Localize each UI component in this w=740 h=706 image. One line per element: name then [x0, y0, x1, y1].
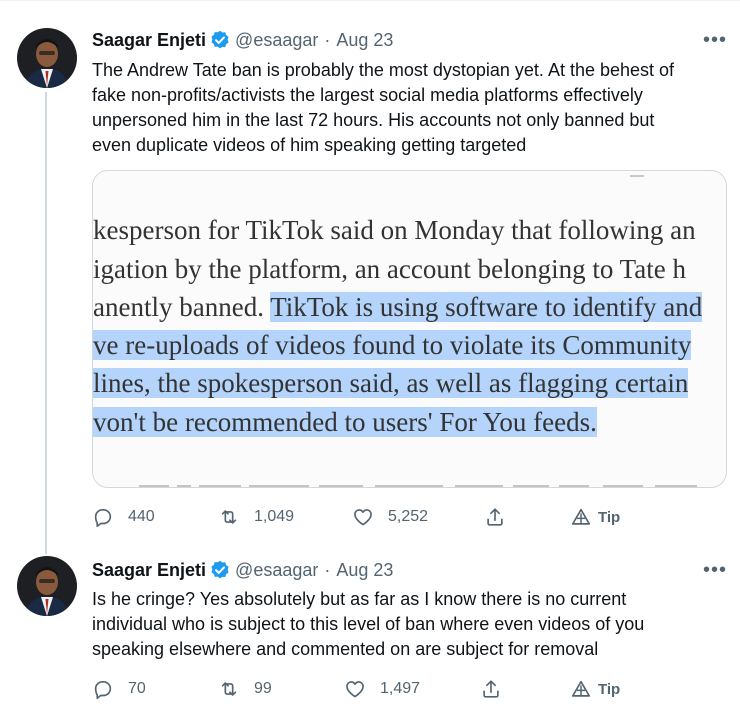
- like-count: 1,497: [380, 680, 421, 697]
- like-count: 5,252: [388, 508, 429, 525]
- tweet-text-line: The Andrew Tate ban is probably the most…: [92, 60, 675, 80]
- cropped-text-fragment: [93, 471, 726, 487]
- article-line: von't be recommended to users' For You f…: [93, 403, 726, 441]
- retweet-button[interactable]: 1,049: [218, 504, 294, 530]
- author-handle[interactable]: @esaagar: [235, 560, 318, 581]
- article-line: lines, the spokesperson said, as well as…: [93, 364, 726, 402]
- tip-label: Tip: [598, 508, 621, 526]
- highlighted-text: ve re-uploads of videos found to violate…: [93, 330, 692, 360]
- tweet-text: Is he cringe? Yes absolutely but as far …: [92, 587, 722, 662]
- tweet-date[interactable]: Aug 23: [336, 30, 393, 51]
- tip-icon: [570, 678, 592, 700]
- tweet-text-line: unpersoned him in the last 72 hours. His…: [92, 110, 655, 130]
- article-text: igation by the platform, an account belo…: [93, 254, 686, 284]
- author-name[interactable]: Saagar Enjeti: [92, 560, 206, 581]
- author-name[interactable]: Saagar Enjeti: [92, 30, 206, 51]
- reply-count: 440: [128, 508, 155, 525]
- avatar[interactable]: [17, 556, 77, 616]
- like-icon: [352, 506, 374, 528]
- share-icon: [484, 506, 506, 528]
- author-handle[interactable]: @esaagar: [235, 30, 318, 51]
- tweet-header: Saagar Enjeti @esaagar · Aug 23: [92, 558, 393, 582]
- tweet-text-line: individual who is subject to this level …: [92, 614, 645, 634]
- highlighted-text: TikTok is using software to identify and: [270, 292, 703, 322]
- avatar[interactable]: [17, 28, 77, 88]
- article-line: kesperson for TikTok said on Monday that…: [93, 211, 726, 249]
- tweet-actions: 70 99 1,497 Tip: [92, 676, 692, 702]
- share-button[interactable]: [480, 676, 516, 702]
- reply-button[interactable]: 70: [92, 676, 146, 702]
- tweet-actions: 440 1,049 5,252 Tip: [92, 504, 692, 530]
- tip-icon: [570, 506, 592, 528]
- highlighted-text: von't be recommended to users' For You f…: [93, 407, 597, 437]
- article-line: ve re-uploads of videos found to violate…: [93, 326, 726, 364]
- reply-count: 70: [128, 680, 146, 697]
- tweet-header: Saagar Enjeti @esaagar · Aug 23: [92, 28, 393, 52]
- separator-dot: ·: [324, 559, 331, 580]
- cropped-text-fragment: [630, 175, 644, 177]
- tip-button[interactable]: Tip: [570, 676, 620, 702]
- share-icon: [480, 678, 502, 700]
- like-button[interactable]: 5,252: [352, 504, 428, 530]
- retweet-icon: [218, 678, 240, 700]
- article-line: igation by the platform, an account belo…: [93, 250, 726, 288]
- highlighted-text: lines, the spokesperson said, as well as…: [93, 368, 689, 398]
- article-line: anently banned. TikTok is using software…: [93, 288, 726, 326]
- reply-icon: [92, 506, 114, 528]
- thread-connector-line: [45, 92, 47, 554]
- tip-label: Tip: [598, 680, 621, 698]
- article-text: anently banned.: [93, 292, 271, 322]
- reply-icon: [92, 678, 114, 700]
- tweet-text-line: speaking elsewhere and commented on are …: [92, 639, 599, 659]
- tweet-date[interactable]: Aug 23: [336, 560, 393, 581]
- more-icon[interactable]: •••: [703, 560, 727, 580]
- verified-badge-icon: [210, 30, 230, 50]
- article-text: kesperson for TikTok said on Monday that…: [93, 215, 696, 245]
- tweet-media-image[interactable]: kesperson for TikTok said on Monday that…: [92, 170, 727, 488]
- tweet-text-line: fake non-profits/activists the largest s…: [92, 85, 643, 105]
- reply-button[interactable]: 440: [92, 504, 155, 530]
- retweet-button[interactable]: 99: [218, 676, 272, 702]
- share-button[interactable]: [484, 504, 520, 530]
- tweet-text: The Andrew Tate ban is probably the most…: [92, 58, 722, 158]
- tweet-text-line: even duplicate videos of him speaking ge…: [92, 135, 527, 155]
- tweet-text-line: Is he cringe? Yes absolutely but as far …: [92, 589, 627, 609]
- top-divider: [0, 0, 740, 1]
- like-icon: [344, 678, 366, 700]
- retweet-count: 99: [254, 680, 272, 697]
- more-icon[interactable]: •••: [703, 30, 727, 50]
- verified-badge-icon: [210, 560, 230, 580]
- like-button[interactable]: 1,497: [344, 676, 420, 702]
- separator-dot: ·: [324, 29, 331, 50]
- retweet-icon: [218, 506, 240, 528]
- retweet-count: 1,049: [254, 508, 295, 525]
- tip-button[interactable]: Tip: [570, 504, 620, 530]
